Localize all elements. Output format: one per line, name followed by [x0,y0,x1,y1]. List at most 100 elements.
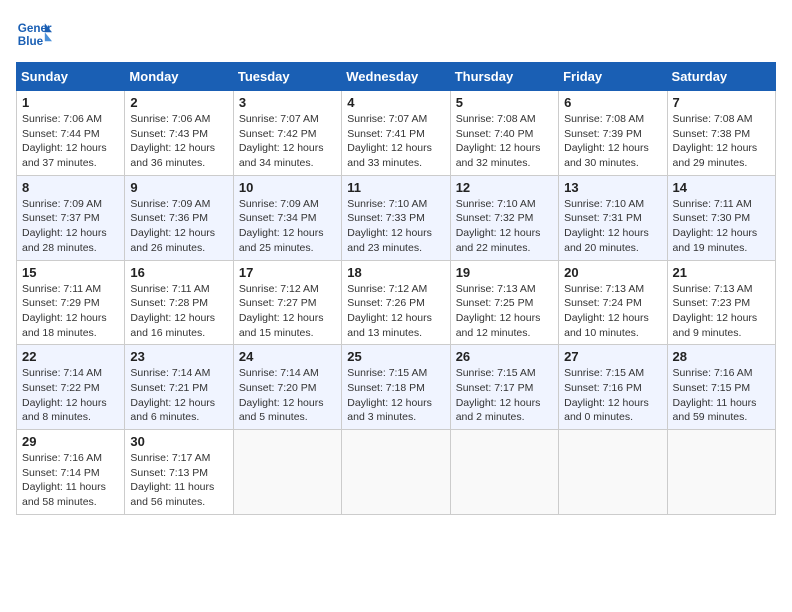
day-number: 26 [456,349,553,364]
weekday-header-thursday: Thursday [450,63,558,91]
day-info: Sunrise: 7:16 AMSunset: 7:14 PMDaylight:… [22,451,119,510]
day-info: Sunrise: 7:14 AMSunset: 7:20 PMDaylight:… [239,366,336,425]
weekday-header-sunday: Sunday [17,63,125,91]
day-number: 30 [130,434,227,449]
calendar-body: 1 Sunrise: 7:06 AMSunset: 7:44 PMDayligh… [17,91,776,515]
calendar-day-29: 29 Sunrise: 7:16 AMSunset: 7:14 PMDaylig… [17,430,125,515]
day-number: 22 [22,349,119,364]
day-info: Sunrise: 7:15 AMSunset: 7:16 PMDaylight:… [564,366,661,425]
day-number: 23 [130,349,227,364]
calendar-day-empty [667,430,775,515]
calendar-day-28: 28 Sunrise: 7:16 AMSunset: 7:15 PMDaylig… [667,345,775,430]
day-number: 17 [239,265,336,280]
day-info: Sunrise: 7:13 AMSunset: 7:24 PMDaylight:… [564,282,661,341]
calendar-day-15: 15 Sunrise: 7:11 AMSunset: 7:29 PMDaylig… [17,260,125,345]
day-number: 19 [456,265,553,280]
calendar-day-7: 7 Sunrise: 7:08 AMSunset: 7:38 PMDayligh… [667,91,775,176]
weekday-header-saturday: Saturday [667,63,775,91]
day-info: Sunrise: 7:07 AMSunset: 7:42 PMDaylight:… [239,112,336,171]
day-info: Sunrise: 7:09 AMSunset: 7:37 PMDaylight:… [22,197,119,256]
calendar-day-22: 22 Sunrise: 7:14 AMSunset: 7:22 PMDaylig… [17,345,125,430]
day-number: 2 [130,95,227,110]
day-info: Sunrise: 7:16 AMSunset: 7:15 PMDaylight:… [673,366,770,425]
calendar-day-4: 4 Sunrise: 7:07 AMSunset: 7:41 PMDayligh… [342,91,450,176]
weekday-header-tuesday: Tuesday [233,63,341,91]
weekday-header-row: SundayMondayTuesdayWednesdayThursdayFrid… [17,63,776,91]
calendar-day-empty [450,430,558,515]
day-info: Sunrise: 7:17 AMSunset: 7:13 PMDaylight:… [130,451,227,510]
day-info: Sunrise: 7:06 AMSunset: 7:43 PMDaylight:… [130,112,227,171]
calendar-day-2: 2 Sunrise: 7:06 AMSunset: 7:43 PMDayligh… [125,91,233,176]
day-number: 8 [22,180,119,195]
logo: General Blue [16,16,52,52]
calendar-day-21: 21 Sunrise: 7:13 AMSunset: 7:23 PMDaylig… [667,260,775,345]
day-number: 20 [564,265,661,280]
calendar-day-20: 20 Sunrise: 7:13 AMSunset: 7:24 PMDaylig… [559,260,667,345]
day-info: Sunrise: 7:06 AMSunset: 7:44 PMDaylight:… [22,112,119,171]
day-number: 12 [456,180,553,195]
calendar-day-19: 19 Sunrise: 7:13 AMSunset: 7:25 PMDaylig… [450,260,558,345]
calendar-table: SundayMondayTuesdayWednesdayThursdayFrid… [16,62,776,515]
day-info: Sunrise: 7:10 AMSunset: 7:32 PMDaylight:… [456,197,553,256]
day-number: 10 [239,180,336,195]
day-info: Sunrise: 7:13 AMSunset: 7:23 PMDaylight:… [673,282,770,341]
day-info: Sunrise: 7:10 AMSunset: 7:31 PMDaylight:… [564,197,661,256]
calendar-day-11: 11 Sunrise: 7:10 AMSunset: 7:33 PMDaylig… [342,175,450,260]
calendar-day-1: 1 Sunrise: 7:06 AMSunset: 7:44 PMDayligh… [17,91,125,176]
day-info: Sunrise: 7:12 AMSunset: 7:26 PMDaylight:… [347,282,444,341]
calendar-day-27: 27 Sunrise: 7:15 AMSunset: 7:16 PMDaylig… [559,345,667,430]
day-info: Sunrise: 7:10 AMSunset: 7:33 PMDaylight:… [347,197,444,256]
logo-icon: General Blue [16,16,52,52]
day-info: Sunrise: 7:14 AMSunset: 7:21 PMDaylight:… [130,366,227,425]
day-info: Sunrise: 7:11 AMSunset: 7:28 PMDaylight:… [130,282,227,341]
calendar-week-3: 15 Sunrise: 7:11 AMSunset: 7:29 PMDaylig… [17,260,776,345]
calendar-day-23: 23 Sunrise: 7:14 AMSunset: 7:21 PMDaylig… [125,345,233,430]
page-header: General Blue [16,16,776,52]
calendar-day-9: 9 Sunrise: 7:09 AMSunset: 7:36 PMDayligh… [125,175,233,260]
day-number: 18 [347,265,444,280]
day-number: 28 [673,349,770,364]
day-info: Sunrise: 7:14 AMSunset: 7:22 PMDaylight:… [22,366,119,425]
calendar-day-30: 30 Sunrise: 7:17 AMSunset: 7:13 PMDaylig… [125,430,233,515]
day-number: 21 [673,265,770,280]
calendar-day-26: 26 Sunrise: 7:15 AMSunset: 7:17 PMDaylig… [450,345,558,430]
calendar-day-6: 6 Sunrise: 7:08 AMSunset: 7:39 PMDayligh… [559,91,667,176]
day-number: 4 [347,95,444,110]
calendar-day-12: 12 Sunrise: 7:10 AMSunset: 7:32 PMDaylig… [450,175,558,260]
day-info: Sunrise: 7:08 AMSunset: 7:38 PMDaylight:… [673,112,770,171]
calendar-week-1: 1 Sunrise: 7:06 AMSunset: 7:44 PMDayligh… [17,91,776,176]
day-info: Sunrise: 7:08 AMSunset: 7:39 PMDaylight:… [564,112,661,171]
day-info: Sunrise: 7:13 AMSunset: 7:25 PMDaylight:… [456,282,553,341]
day-info: Sunrise: 7:15 AMSunset: 7:17 PMDaylight:… [456,366,553,425]
day-number: 14 [673,180,770,195]
day-number: 1 [22,95,119,110]
svg-text:Blue: Blue [18,35,44,48]
calendar-day-empty [233,430,341,515]
calendar-day-13: 13 Sunrise: 7:10 AMSunset: 7:31 PMDaylig… [559,175,667,260]
calendar-day-10: 10 Sunrise: 7:09 AMSunset: 7:34 PMDaylig… [233,175,341,260]
day-info: Sunrise: 7:11 AMSunset: 7:29 PMDaylight:… [22,282,119,341]
calendar-day-8: 8 Sunrise: 7:09 AMSunset: 7:37 PMDayligh… [17,175,125,260]
day-number: 13 [564,180,661,195]
weekday-header-wednesday: Wednesday [342,63,450,91]
day-number: 16 [130,265,227,280]
calendar-week-4: 22 Sunrise: 7:14 AMSunset: 7:22 PMDaylig… [17,345,776,430]
day-number: 6 [564,95,661,110]
calendar-day-5: 5 Sunrise: 7:08 AMSunset: 7:40 PMDayligh… [450,91,558,176]
calendar-day-16: 16 Sunrise: 7:11 AMSunset: 7:28 PMDaylig… [125,260,233,345]
day-number: 25 [347,349,444,364]
calendar-week-2: 8 Sunrise: 7:09 AMSunset: 7:37 PMDayligh… [17,175,776,260]
weekday-header-friday: Friday [559,63,667,91]
calendar-day-14: 14 Sunrise: 7:11 AMSunset: 7:30 PMDaylig… [667,175,775,260]
day-info: Sunrise: 7:09 AMSunset: 7:34 PMDaylight:… [239,197,336,256]
calendar-day-empty [342,430,450,515]
day-number: 27 [564,349,661,364]
day-number: 24 [239,349,336,364]
day-number: 5 [456,95,553,110]
calendar-day-25: 25 Sunrise: 7:15 AMSunset: 7:18 PMDaylig… [342,345,450,430]
calendar-day-17: 17 Sunrise: 7:12 AMSunset: 7:27 PMDaylig… [233,260,341,345]
day-info: Sunrise: 7:12 AMSunset: 7:27 PMDaylight:… [239,282,336,341]
day-number: 15 [22,265,119,280]
calendar-header: SundayMondayTuesdayWednesdayThursdayFrid… [17,63,776,91]
day-number: 9 [130,180,227,195]
